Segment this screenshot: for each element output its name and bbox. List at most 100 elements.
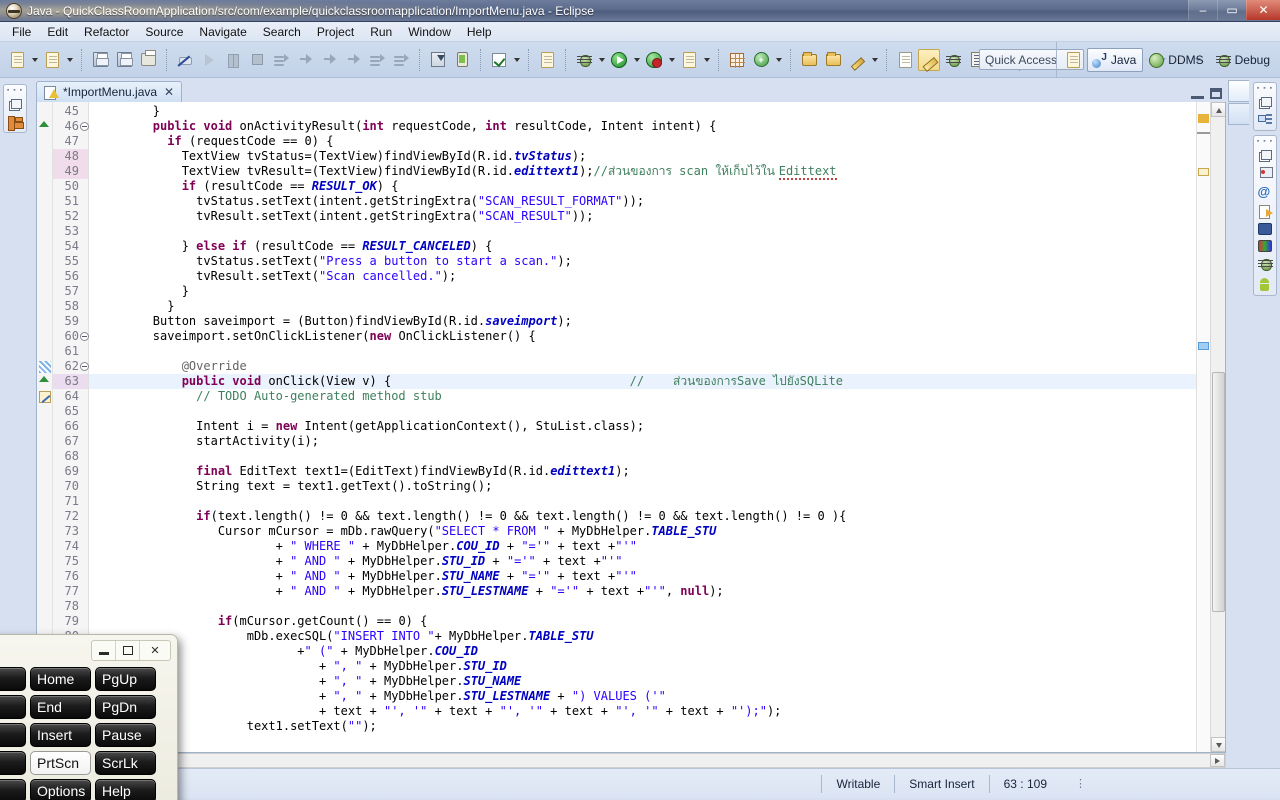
android-view-icon[interactable] [1258,277,1273,292]
overview-ruler[interactable] [1196,102,1210,752]
open-element-icon[interactable] [846,49,868,71]
android-virtual-device-icon[interactable] [451,49,473,71]
code-line[interactable] [89,404,1196,419]
close-icon[interactable]: ✕ [164,85,174,99]
osk-key-pgdn[interactable]: PgDn [95,695,156,719]
osk-minimize-button[interactable] [92,641,116,660]
restore-icon[interactable] [1259,97,1272,109]
code-line[interactable]: } [89,104,1196,119]
osk-key-end[interactable]: End [30,695,91,719]
code-line[interactable]: + " WHERE " + MyDbHelper.COU_ID + "='" +… [89,539,1196,554]
code-line[interactable] [89,449,1196,464]
osk-key-help[interactable]: Help [95,779,156,800]
code-line[interactable]: + ", " + MyDbHelper.STU_LESTNAME + ") VA… [89,689,1196,704]
code-line[interactable]: if(mCursor.getCount() == 0) { [89,614,1196,629]
minimize-editor-icon[interactable] [1191,89,1204,99]
code-line[interactable]: final EditText text1=(EditText)findViewB… [89,464,1196,479]
editor-horizontal-scrollbar[interactable] [36,753,1226,768]
maximize-editor-icon[interactable] [1210,88,1222,99]
open-type-icon[interactable] [798,49,820,71]
show-whitespace-icon[interactable] [942,49,964,71]
step-into-icon[interactable] [294,49,316,71]
fast-view-tab[interactable] [1228,103,1249,125]
code-line[interactable]: if (requestCode == 0) { [89,134,1196,149]
code-line[interactable] [89,599,1196,614]
code-line[interactable]: if (resultCode == RESULT_OK) { [89,179,1196,194]
coverage-icon[interactable] [643,49,665,71]
scroll-up-arrow-icon[interactable] [1211,102,1226,117]
fold-collapse-icon[interactable] [80,362,89,371]
osk-key-prtscn[interactable]: PrtScn [30,751,91,775]
osk-key-pgup[interactable]: PgUp [95,667,156,691]
code-line[interactable]: } [89,299,1196,314]
drag-handle-dots[interactable]: ▪ ▪ ▪ [1257,86,1273,92]
debug-dropdown-icon[interactable] [596,49,607,71]
editor-tab-importmenu[interactable]: *ImportMenu.java ✕ [36,81,182,102]
print-icon[interactable] [137,49,159,71]
console-view-icon[interactable] [1258,223,1272,235]
code-line[interactable]: // TODO Auto-generated method stub [89,389,1196,404]
code-line[interactable]: } [89,284,1196,299]
menu-file[interactable]: File [4,23,39,41]
perspective-ddms[interactable]: DDMS [1145,48,1209,72]
new-class-icon[interactable]: + [750,49,772,71]
menu-window[interactable]: Window [400,23,459,41]
menu-edit[interactable]: Edit [39,23,76,41]
drag-handle-dots[interactable]: ▪ ▪ ▪ [7,88,23,94]
menu-project[interactable]: Project [309,23,362,41]
android-sdk-manager-icon[interactable] [427,49,449,71]
osk-key-el[interactable]: el [0,695,26,719]
osk-key-pause[interactable]: Pause [95,723,156,747]
code-line[interactable]: saveimport.setOnClickListener(new OnClic… [89,329,1196,344]
restore-icon[interactable] [1259,150,1272,162]
external-tools-dropdown-icon[interactable] [701,49,712,71]
fast-view-tab-selected[interactable] [1228,80,1249,102]
declaration-view-icon[interactable] [1259,205,1272,218]
code-scroll-area[interactable]: } public void onActivityResult(int reque… [89,102,1196,752]
osk-close-button[interactable]: ✕ [140,641,170,660]
osk-key-insert[interactable]: Insert [30,723,91,747]
drag-handle-dots[interactable]: ▪ ▪ ▪ [1257,139,1273,145]
code-line[interactable]: if(text.length() != 0 && text.length() !… [89,509,1196,524]
code-line[interactable]: } else if (resultCode == RESULT_CANCELED… [89,239,1196,254]
fold-collapse-icon[interactable] [80,332,89,341]
annotation-icon[interactable] [536,49,558,71]
package-explorer-icon[interactable] [8,116,22,129]
javadoc-view-icon[interactable]: @ [1258,185,1273,200]
code-line[interactable]: public void onClick(View v) { // ส่วนของ… [89,374,1196,389]
osk-key-blank[interactable] [0,667,26,691]
run-icon[interactable] [608,49,630,71]
minimize-window-button[interactable]: – [1188,0,1217,20]
code-line[interactable]: Button saveimport = (Button)findViewById… [89,314,1196,329]
new-class-dropdown-icon[interactable] [773,49,784,71]
coverage-dropdown-icon[interactable] [666,49,677,71]
code-line[interactable]: mDb.execSQL("INSERT INTO "+ MyDbHelper.T… [89,629,1196,644]
osk-key-scrlk[interactable]: ScrLk [95,751,156,775]
disconnect-icon[interactable] [270,49,292,71]
source-code-text[interactable]: } public void onActivityResult(int reque… [89,102,1196,734]
maximize-window-button[interactable]: ▭ [1217,0,1246,20]
code-line[interactable]: startActivity(i); [89,434,1196,449]
suspend-icon[interactable] [222,49,244,71]
perspective-java[interactable]: Java [1087,48,1143,72]
code-line[interactable]: tvStatus.setText(intent.getStringExtra("… [89,194,1196,209]
close-window-button[interactable]: ✕ [1246,0,1280,20]
outline-view-icon[interactable] [1258,114,1272,127]
checkmark-dropdown-icon[interactable] [511,49,522,71]
menu-source[interactable]: Source [137,23,191,41]
restore-icon[interactable] [9,99,22,111]
annotation-marker-pen[interactable] [39,391,51,403]
code-line[interactable]: + " AND " + MyDbHelper.STU_NAME + "='" +… [89,569,1196,584]
osk-key-blank[interactable] [0,723,26,747]
on-screen-keyboard-window[interactable]: ✕ HomePgUpelEndPgDnInsertPausePrtScnScrL… [0,634,178,800]
osk-maximize-button[interactable] [116,641,140,660]
code-line[interactable] [89,344,1196,359]
code-line[interactable] [89,224,1196,239]
run-to-line-icon[interactable] [366,49,388,71]
annotation-marker-blue[interactable] [39,361,51,373]
use-step-filters-icon[interactable] [390,49,412,71]
last-edit-location-icon[interactable] [918,49,940,71]
code-line[interactable]: public void onActivityResult(int request… [89,119,1196,134]
overview-marker-occurrence[interactable] [1198,342,1209,350]
resume-icon[interactable] [198,49,220,71]
